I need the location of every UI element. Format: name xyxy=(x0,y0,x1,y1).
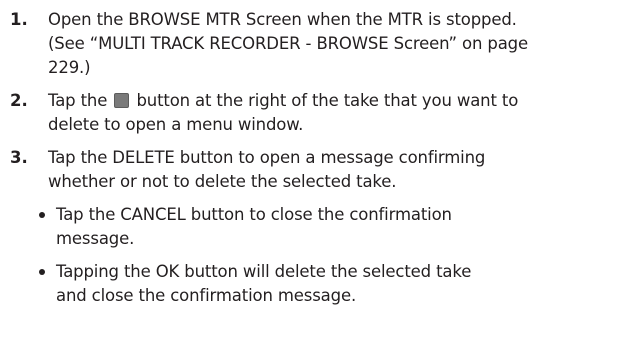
step-number: 1. xyxy=(10,10,28,29)
step-line: delete to open a menu window. xyxy=(48,115,304,134)
menu-button-icon xyxy=(114,93,130,108)
bullet-line: Tap the CANCEL button to close the confi… xyxy=(56,205,452,224)
step-3-bullet-list: Tap the CANCEL button to close the confi… xyxy=(10,203,616,308)
step-text-after-icon: button at the right of the take that you… xyxy=(136,91,519,110)
bullet-line: and close the confirmation message. xyxy=(56,286,357,305)
step-text-before-icon: Tap the xyxy=(48,91,108,110)
step-line: whether or not to delete the selected ta… xyxy=(48,172,397,191)
step-2: 2. Tap the button at the right of the ta… xyxy=(10,89,616,137)
step-text: Tap the DELETE button to open a message … xyxy=(48,146,616,194)
step-number: 3. xyxy=(10,148,28,167)
bullet-item-cancel: Tap the CANCEL button to close the confi… xyxy=(36,203,616,251)
step-line: Tap the DELETE button to open a message … xyxy=(48,148,486,167)
step-1: 1. Open the BROWSE MTR Screen when the M… xyxy=(10,8,616,80)
step-line: (See “MULTI TRACK RECORDER - BROWSE Scre… xyxy=(48,34,528,53)
step-number: 2. xyxy=(10,91,28,110)
step-line: Tap the button at the right of the take … xyxy=(48,89,616,113)
step-3: 3. Tap the DELETE button to open a messa… xyxy=(10,146,616,194)
step-text: Open the BROWSE MTR Screen when the MTR … xyxy=(48,8,616,80)
bullet-item-ok: Tapping the OK button will delete the se… xyxy=(36,260,616,308)
bullet-line: Tapping the OK button will delete the se… xyxy=(56,262,472,281)
instruction-document: 1. Open the BROWSE MTR Screen when the M… xyxy=(0,0,626,345)
bullet-line: message. xyxy=(56,229,135,248)
step-text: Tap the button at the right of the take … xyxy=(48,89,616,137)
step-line: 229.) xyxy=(48,58,91,77)
step-line: Open the BROWSE MTR Screen when the MTR … xyxy=(48,10,517,29)
